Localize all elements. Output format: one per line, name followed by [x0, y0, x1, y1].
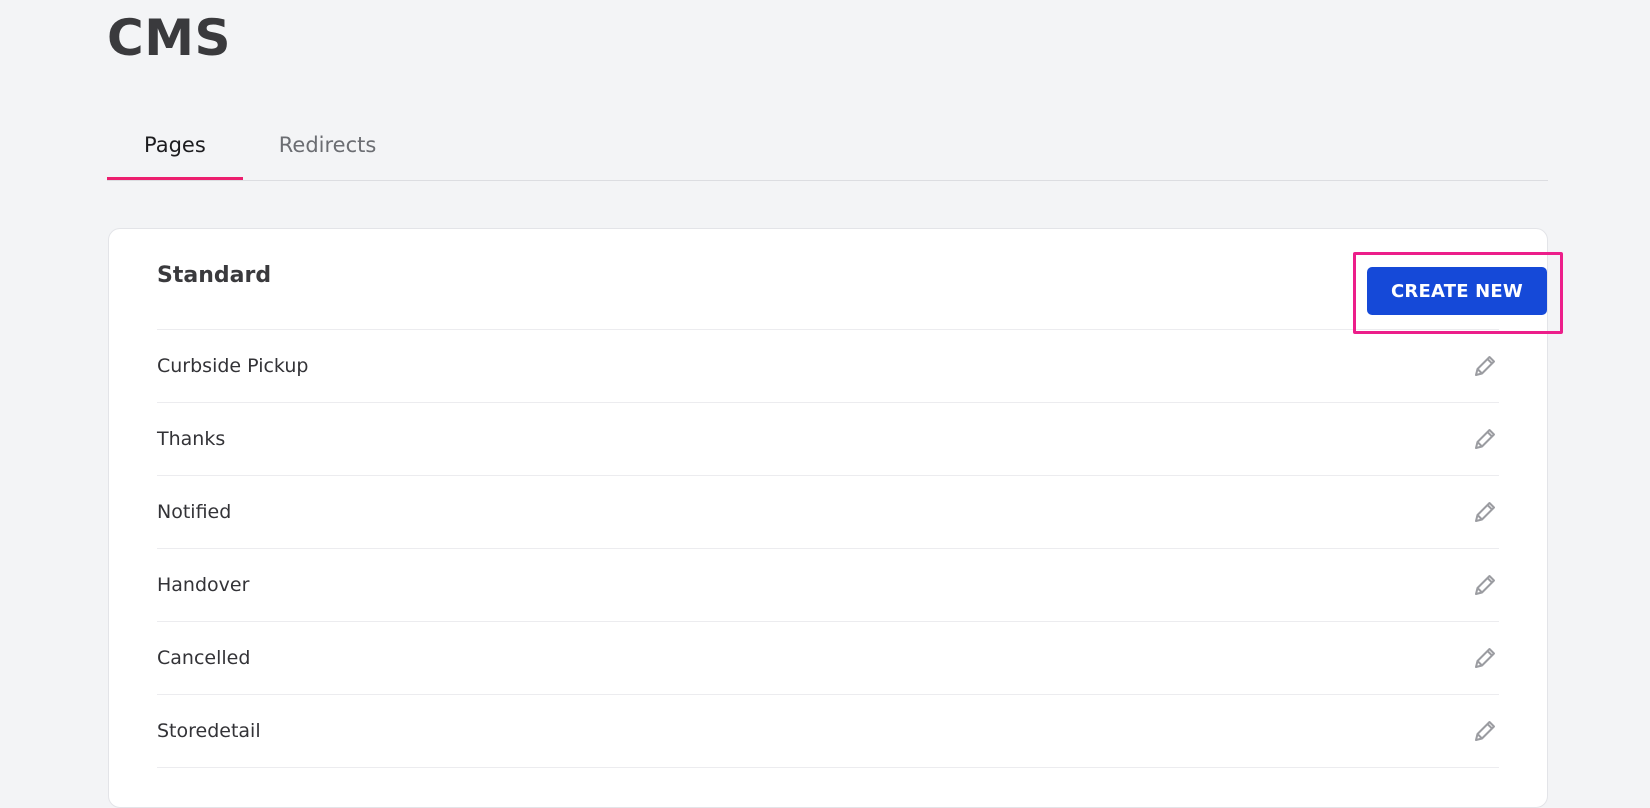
- page-title: CMS: [107, 9, 231, 67]
- card-header: Standard CREATE NEW: [157, 229, 1563, 334]
- list-item-label: Storedetail: [157, 720, 261, 742]
- section-title: Standard: [157, 263, 272, 288]
- list-item[interactable]: Cancelled: [157, 622, 1499, 695]
- create-new-button[interactable]: CREATE NEW: [1367, 267, 1547, 315]
- list-item[interactable]: Handover: [157, 549, 1499, 622]
- pencil-icon[interactable]: [1471, 425, 1499, 453]
- list-item[interactable]: Curbside Pickup: [157, 330, 1499, 403]
- pencil-icon[interactable]: [1471, 717, 1499, 745]
- list-item-label: Thanks: [157, 428, 226, 450]
- list-item-label: Notified: [157, 501, 232, 523]
- list-item-label: Curbside Pickup: [157, 355, 309, 377]
- pages-list: Curbside Pickup Thanks Notified Handover…: [157, 330, 1499, 768]
- tab-bar: Pages Redirects: [107, 118, 1548, 181]
- list-item[interactable]: Thanks: [157, 403, 1499, 476]
- list-item[interactable]: Storedetail: [157, 695, 1499, 768]
- pencil-icon[interactable]: [1471, 644, 1499, 672]
- list-item[interactable]: Notified: [157, 476, 1499, 549]
- pages-card: Standard CREATE NEW Curbside Pickup Than…: [108, 228, 1563, 808]
- pencil-icon[interactable]: [1471, 352, 1499, 380]
- pencil-icon[interactable]: [1471, 571, 1499, 599]
- list-item-label: Handover: [157, 574, 250, 596]
- tab-redirects[interactable]: Redirects: [243, 118, 413, 180]
- tab-pages[interactable]: Pages: [107, 118, 243, 180]
- list-item-label: Cancelled: [157, 647, 251, 669]
- pencil-icon[interactable]: [1471, 498, 1499, 526]
